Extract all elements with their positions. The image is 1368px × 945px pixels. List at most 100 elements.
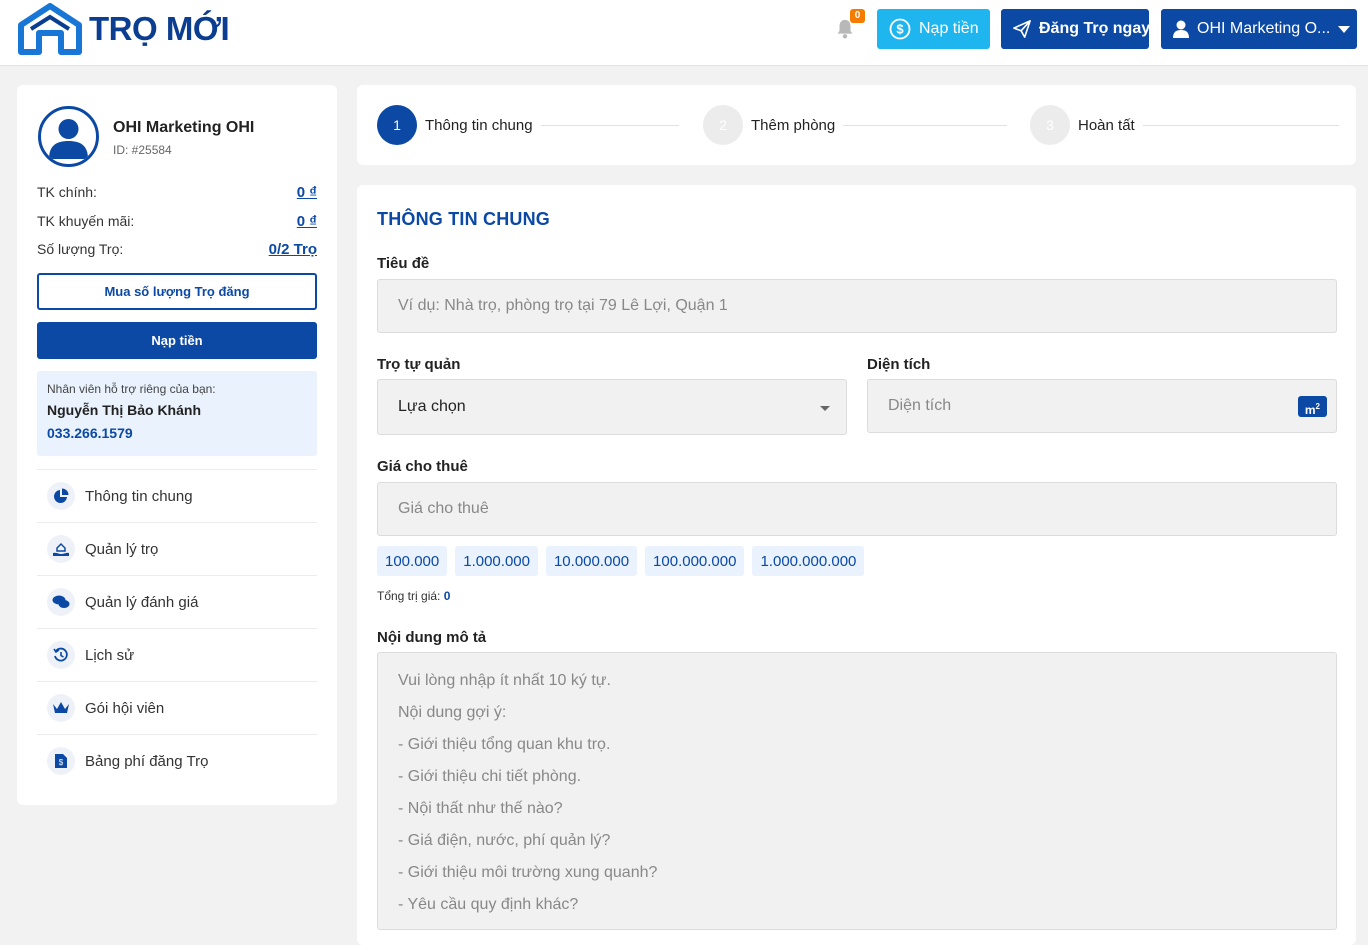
stat-value: 0/2 Trọ (268, 241, 317, 258)
support-label: Nhân viên hỗ trợ riêng của bạn: (47, 382, 216, 396)
stat-label: TK chính: (37, 184, 97, 200)
stat-label: Số lượng Trọ: (37, 241, 124, 257)
support-box: Nhân viên hỗ trợ riêng của bạn: Nguyễn T… (37, 371, 317, 456)
profile-name: OHI Marketing OHI (113, 119, 255, 136)
stat-label: TK khuyến mãi: (37, 213, 135, 229)
step-number: 1 (377, 105, 417, 145)
stat-value: 0 ₫ (296, 213, 317, 230)
section-title: THÔNG TIN CHUNG (377, 209, 550, 229)
step-label: Thêm phòng (751, 116, 836, 134)
caret-down-icon (1338, 25, 1351, 33)
unit-superscript: 2 (1315, 402, 1320, 411)
sidebar-item-label: Bảng phí đăng Trọ (85, 752, 209, 770)
post-listing-button[interactable]: Đăng Trọ ngay (1001, 9, 1151, 49)
post-listing-label: Đăng Trọ ngay (1039, 20, 1151, 37)
step-label: Thông tin chung (425, 116, 533, 134)
sidebar-topup-button[interactable]: Nạp tiền (37, 322, 317, 359)
placeholder-line: - Giới thiệu môi trường xung quanh? (398, 864, 658, 881)
user-avatar-icon (49, 119, 88, 159)
description-textarea[interactable]: Vui lòng nhập ít nhất 10 ký tự. Nội dung… (377, 652, 1337, 930)
sidebar-item-general-info[interactable]: Thông tin chung (37, 469, 317, 522)
price-label: Giá cho thuê (377, 458, 468, 475)
sidebar-item-label: Lịch sử (85, 646, 135, 664)
sidebar: OHI Marketing OHI ID: #25584 TK chính: 0… (17, 85, 337, 805)
placeholder-line: - Nội thất như thế nào? (398, 800, 563, 817)
pie-chart-icon (47, 482, 75, 510)
placeholder-line: - Giới thiệu chi tiết phòng. (398, 768, 582, 785)
logo-text: TRỌ MỚI (89, 10, 230, 47)
comments-icon (47, 588, 75, 616)
history-icon (47, 641, 75, 669)
step-divider (540, 124, 679, 126)
placeholder-line: Nội dung gợi ý: (398, 704, 507, 721)
step-add-room[interactable]: 2 Thêm phòng (703, 105, 1008, 145)
area-placeholder: Diện tích (888, 397, 952, 414)
step-divider (1142, 124, 1339, 126)
svg-text:$: $ (59, 758, 64, 767)
price-input[interactable]: Giá cho thuê (377, 482, 1337, 536)
support-phone[interactable]: 033.266.1579 (47, 425, 307, 441)
logo-house-icon (18, 3, 82, 55)
progress-steps: 1 Thông tin chung 2 Thêm phòng 3 Hoàn tấ… (357, 85, 1356, 165)
svg-text:$: $ (896, 22, 904, 37)
sidebar-item-fee-table[interactable]: $ Bảng phí đăng Trọ (37, 734, 317, 787)
price-chip[interactable]: 1.000.000 (455, 546, 538, 576)
self-managed-label: Trọ tự quản (377, 356, 461, 373)
description-label: Nội dung mô tả (377, 629, 487, 646)
topup-button[interactable]: $ Nạp tiền (877, 9, 990, 49)
stat-main-balance: TK chính: 0 ₫ (37, 184, 317, 201)
buy-listing-quota-button[interactable]: Mua số lượng Trọ đăng (37, 273, 317, 310)
sidebar-item-label: Thông tin chung (85, 487, 193, 505)
step-number: 3 (1030, 105, 1070, 145)
notification-badge: 0 (850, 9, 865, 23)
self-managed-value: Lựa chọn (398, 398, 466, 415)
self-managed-select[interactable]: Lựa chọn (377, 379, 847, 435)
general-info-form: THÔNG TIN CHUNG Tiêu đề Ví dụ: Nhà trọ, … (357, 185, 1356, 945)
sidebar-item-manage-rooms[interactable]: Quản lý trọ (37, 522, 317, 575)
placeholder-line: - Yêu cầu quy định khác? (398, 896, 579, 913)
user-menu-label: OHI Marketing O... (1197, 20, 1331, 37)
area-input[interactable]: Diện tích m2 (867, 379, 1337, 433)
unit-text: m (1304, 403, 1316, 417)
area-label: Diện tích (867, 356, 931, 373)
paper-plane-icon (1013, 20, 1031, 38)
sidebar-item-manage-reviews[interactable]: Quản lý đánh giá (37, 575, 317, 628)
sidebar-item-label: Quản lý đánh giá (85, 593, 199, 611)
price-placeholder: Giá cho thuê (398, 500, 489, 517)
topup-label: Nạp tiền (919, 20, 979, 37)
placeholder-line: Vui lòng nhập ít nhất 10 ký tự. (398, 672, 611, 689)
logo[interactable]: TRỌ MỚI (17, 3, 230, 55)
stat-listing-quota: Số lượng Trọ: 0/2 Trọ (37, 241, 317, 258)
total-value: Tổng trị giá: 0 (377, 589, 450, 603)
support-name: Nguyễn Thị Bảo Khánh (47, 402, 201, 418)
title-placeholder: Ví dụ: Nhà trọ, phòng trọ tại 79 Lê Lợi,… (398, 297, 728, 314)
step-general-info[interactable]: 1 Thông tin chung (377, 105, 679, 145)
caret-down-icon (820, 406, 830, 411)
price-chip[interactable]: 100.000.000 (645, 546, 745, 576)
sidebar-item-label: Quản lý trọ (85, 540, 159, 558)
sidebar-menu: Thông tin chung Quản lý trọ Quản lý đánh… (37, 469, 317, 787)
stat-promo-balance: TK khuyến mãi: 0 ₫ (37, 213, 317, 230)
avatar[interactable] (38, 106, 99, 167)
hand-house-icon (47, 535, 75, 563)
sidebar-item-label: Gói hội viên (85, 699, 165, 717)
stat-value: 0 ₫ (296, 184, 317, 201)
square-meter-unit-badge: m2 (1297, 396, 1327, 417)
sidebar-item-membership[interactable]: Gói hội viên (37, 681, 317, 734)
user-menu-button[interactable]: OHI Marketing O... (1161, 9, 1357, 49)
top-header: TRỌ MỚI 0 $ Nạp tiền Đăng Trọ ngay OHI M… (0, 0, 1368, 66)
crown-icon (47, 694, 75, 722)
price-chip[interactable]: 1.000.000.000 (752, 546, 865, 576)
fee-document-icon: $ (47, 747, 75, 775)
sidebar-item-history[interactable]: Lịch sử (37, 628, 317, 681)
step-complete[interactable]: 3 Hoàn tất (1030, 105, 1339, 145)
user-icon (1173, 20, 1189, 38)
step-divider (843, 124, 1008, 126)
price-chip[interactable]: 10.000.000 (545, 546, 638, 576)
dollar-circle-icon: $ (889, 18, 911, 40)
price-quick-chips: 100.000 1.000.000 10.000.000 100.000.000… (377, 546, 865, 576)
step-label: Hoàn tất (1078, 116, 1135, 134)
title-input[interactable]: Ví dụ: Nhà trọ, phòng trọ tại 79 Lê Lợi,… (377, 279, 1337, 333)
step-number: 2 (703, 105, 743, 145)
price-chip[interactable]: 100.000 (377, 546, 448, 576)
